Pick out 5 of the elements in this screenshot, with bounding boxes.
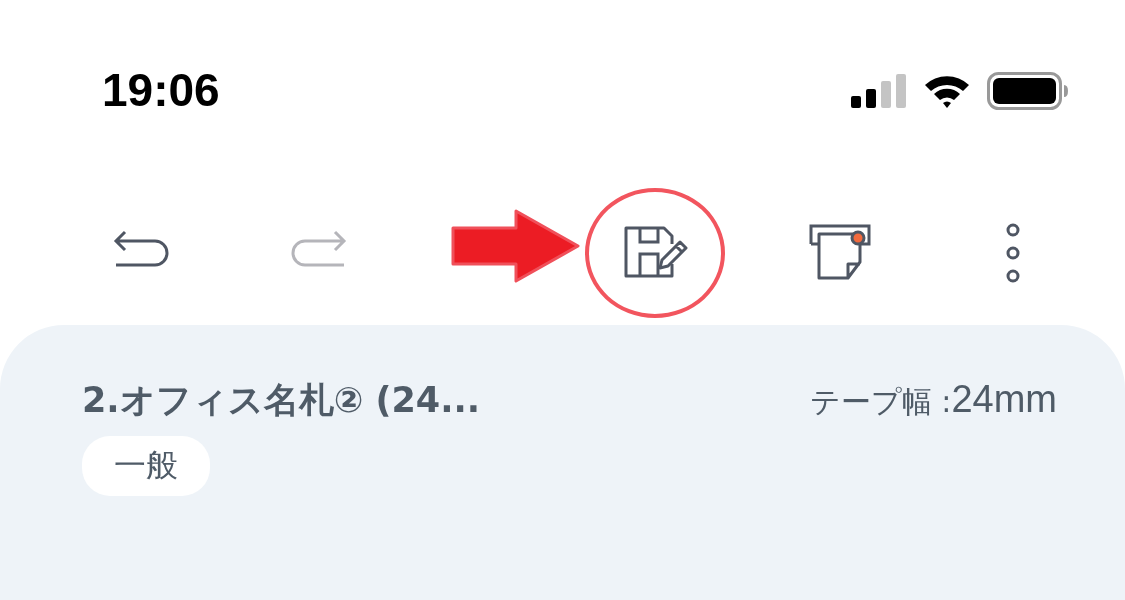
tape-width-label: テープ幅 : <box>809 383 952 421</box>
label-title[interactable]: 2.オフィス名札② (24... <box>82 377 481 424</box>
category-tag: 一般 <box>82 436 210 496</box>
tape-width-value: 24mm <box>951 378 1057 421</box>
status-time: 19:06 <box>102 64 220 116</box>
